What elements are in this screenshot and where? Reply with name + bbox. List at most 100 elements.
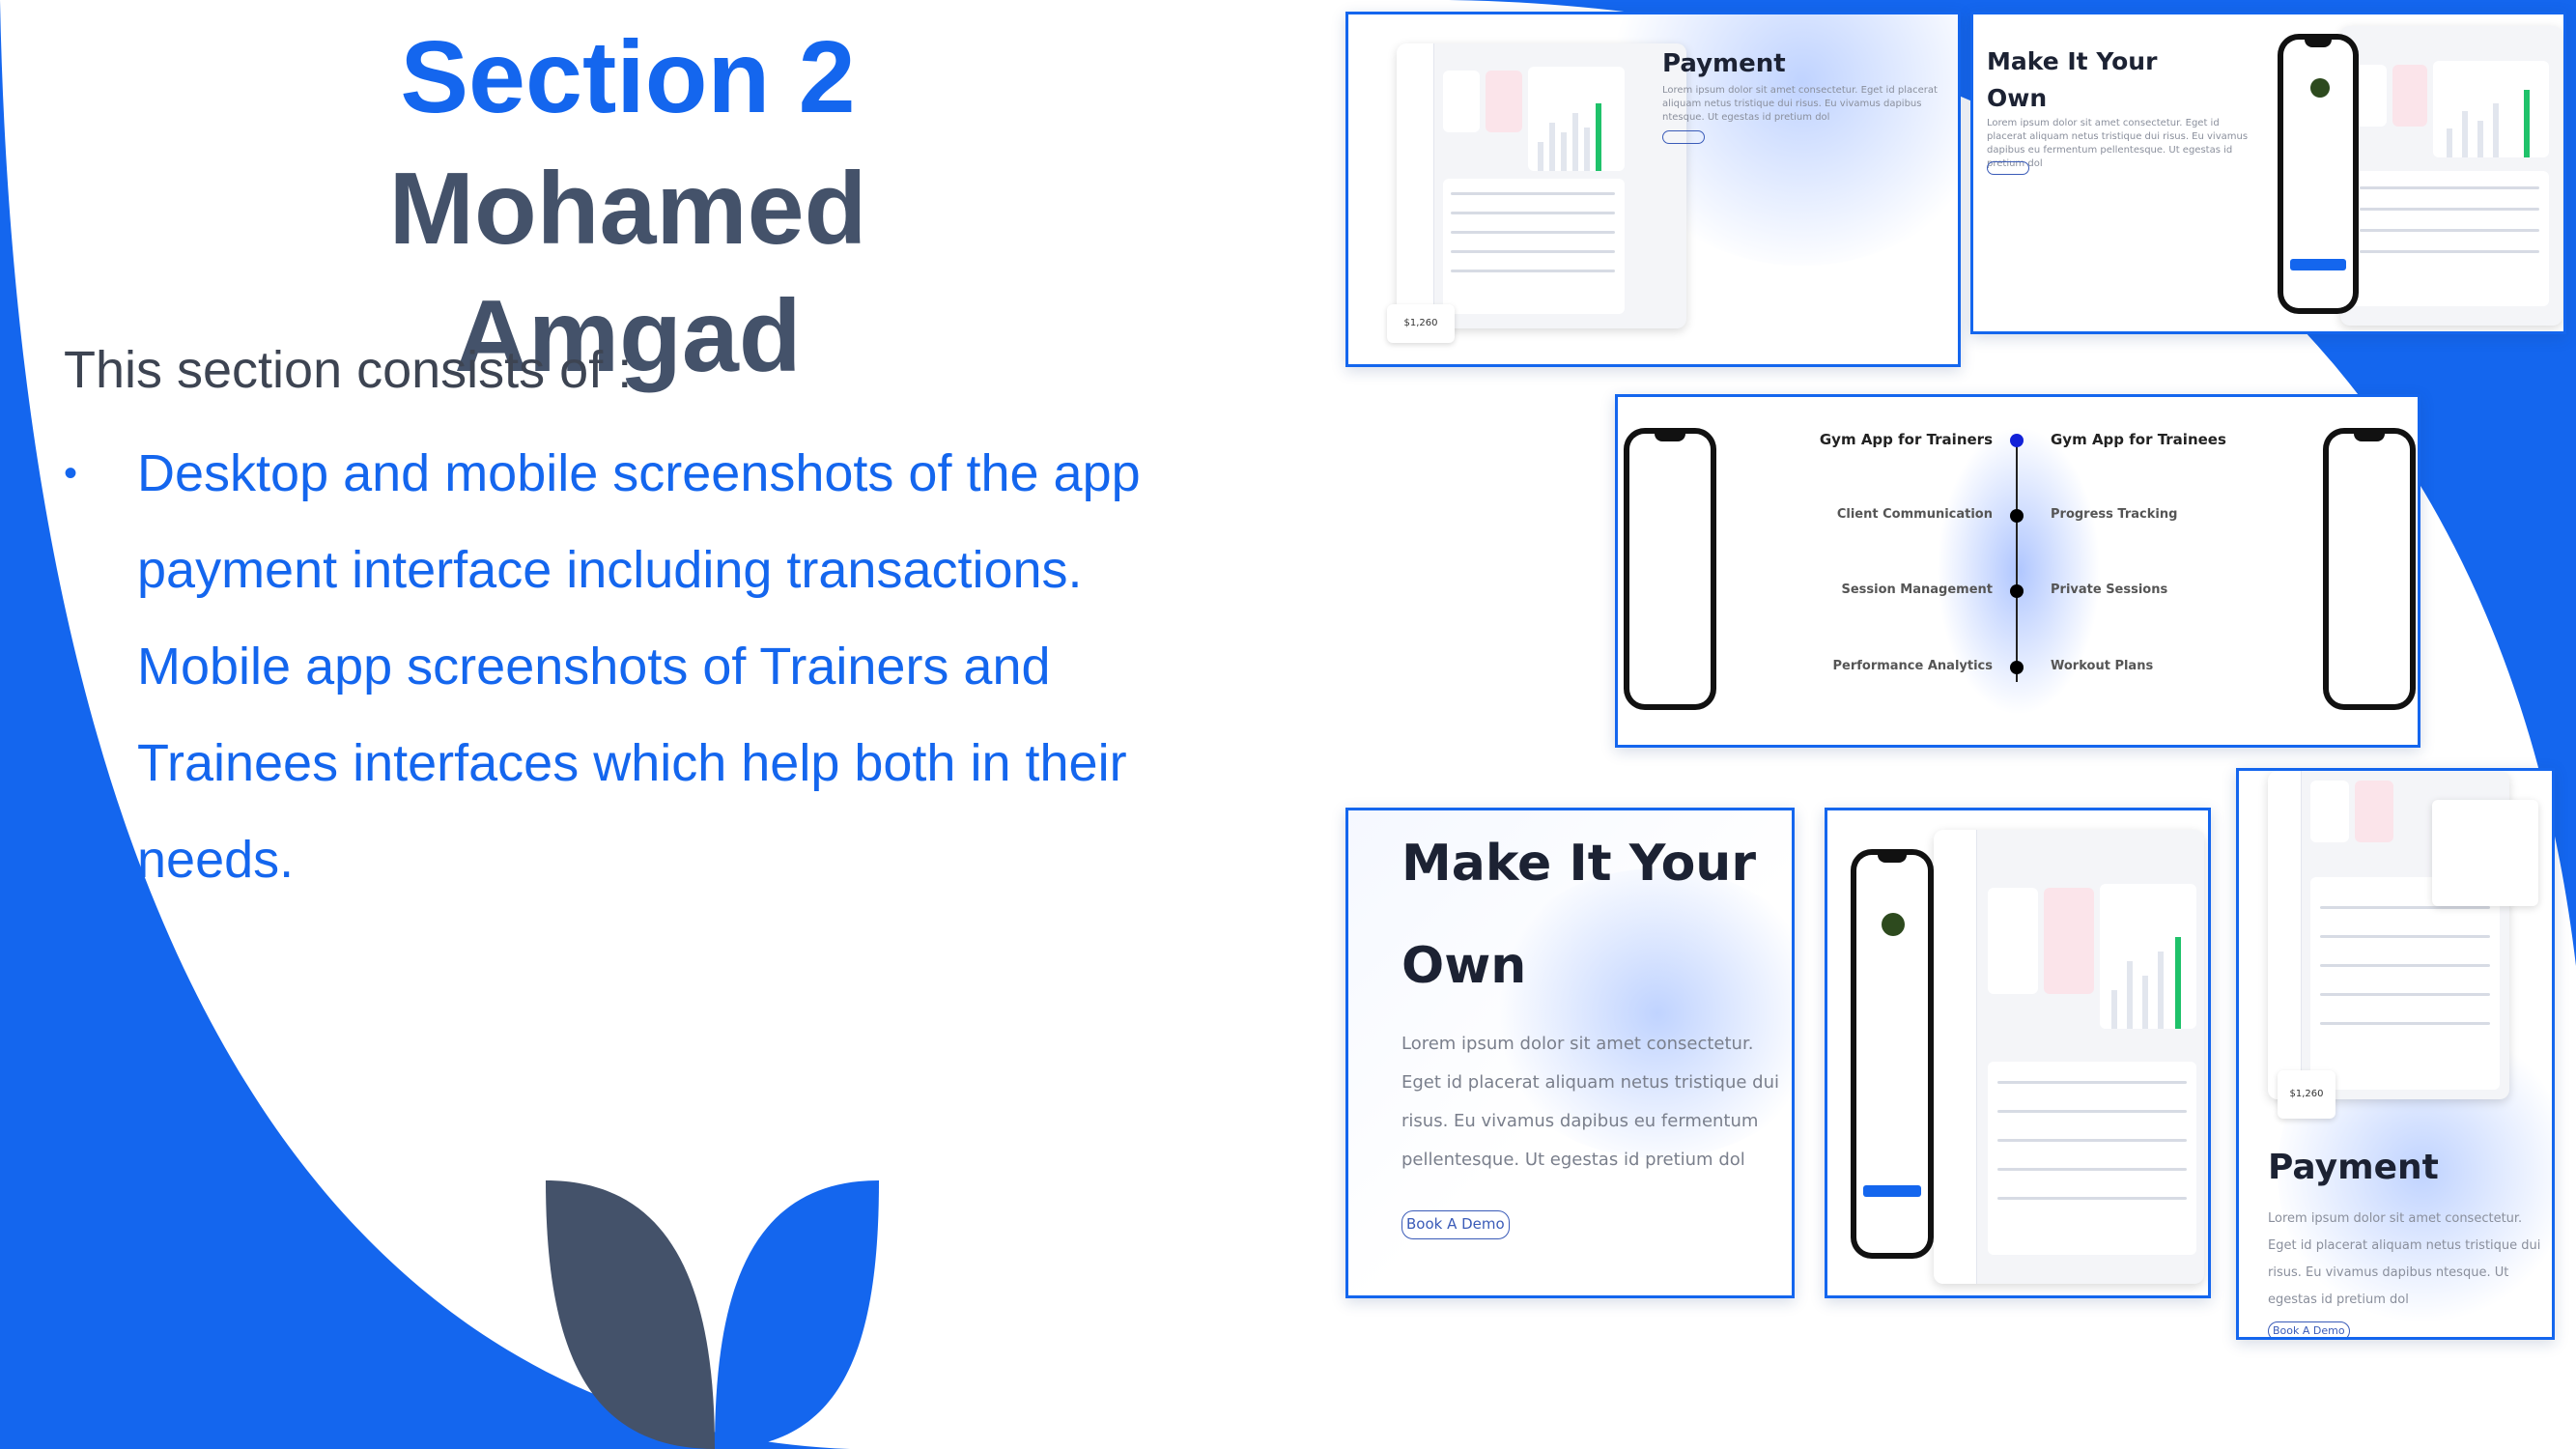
phone-notch bbox=[2353, 428, 2386, 441]
card-title-line1: Make It Your bbox=[1401, 835, 1756, 893]
row-line bbox=[1997, 1139, 2187, 1142]
expense-chart-tile bbox=[2432, 800, 2538, 906]
phone-screen bbox=[2329, 434, 2410, 704]
row-line bbox=[1451, 212, 1615, 214]
trainee-feature: Workout Plans bbox=[2051, 659, 2154, 673]
phone-screen bbox=[1856, 855, 1928, 1253]
desktop-dashboard-mock bbox=[1397, 43, 1686, 328]
chart-bar bbox=[2432, 867, 2538, 906]
book-demo-button[interactable]: Book A Demo bbox=[2268, 1321, 2350, 1337]
row-line bbox=[1451, 231, 1615, 234]
chart-bar bbox=[2432, 906, 2538, 959]
trainees-heading: Gym App for Trainees bbox=[2051, 431, 2226, 448]
bullet-icon: • bbox=[64, 645, 78, 688]
bullet-list: • Desktop and mobile screenshots of the a… bbox=[64, 425, 1223, 908]
badge-amount: $1,260 bbox=[1403, 318, 1438, 328]
trainer-feature: Session Management bbox=[1841, 582, 1993, 597]
dashboard-sidebar bbox=[1397, 43, 1434, 328]
dashboard-sidebar bbox=[2268, 771, 2302, 1099]
avatar bbox=[2310, 78, 2330, 98]
row-line bbox=[1997, 1110, 2187, 1113]
row-line bbox=[2360, 208, 2539, 211]
bullet-text: Desktop and mobile screenshots of the ap… bbox=[137, 444, 1141, 599]
row-line bbox=[1997, 1168, 2187, 1171]
chart-bar bbox=[1596, 103, 1601, 171]
payment-card-top: $1,260 Payment Lorem ipsum dolor sit ame… bbox=[1345, 12, 1961, 367]
timeline-line bbox=[2016, 440, 2018, 682]
make-own-card-bottom: Make It Your Own Lorem ipsum dolor sit a… bbox=[1345, 808, 1795, 1298]
expense-chart-tile bbox=[2433, 61, 2549, 157]
desktop-dashboard-mock bbox=[1934, 830, 2204, 1284]
chart-bar bbox=[1561, 132, 1567, 171]
bullet-item: • Desktop and mobile screenshots of the a… bbox=[64, 425, 1223, 618]
row-line bbox=[1451, 250, 1615, 253]
phone-button bbox=[2290, 259, 2346, 271]
row-line bbox=[2320, 1022, 2490, 1025]
chart-bar bbox=[2142, 976, 2148, 1029]
expense-chart-tile bbox=[2100, 884, 2196, 1029]
stat-tile bbox=[1486, 71, 1522, 132]
section-title: Section 2 bbox=[400, 20, 856, 134]
phone-notch bbox=[1878, 849, 1907, 863]
chart-bar bbox=[2127, 961, 2133, 1029]
expense-chart-tile bbox=[1528, 67, 1625, 171]
chart-bar bbox=[2158, 952, 2164, 1029]
timeline-node bbox=[2010, 661, 2024, 674]
bullet-item: • Mobile app screenshots of Trainers and … bbox=[64, 618, 1223, 908]
features-card: Gym App for Trainers Gym App for Trainee… bbox=[1615, 394, 2420, 748]
phone-mock bbox=[2278, 34, 2359, 314]
trainers-heading: Gym App for Trainers bbox=[1819, 431, 1993, 448]
amount-badge: $1,260 bbox=[2278, 1070, 2335, 1119]
stat-tile bbox=[1988, 888, 2038, 994]
book-demo-button[interactable] bbox=[1662, 130, 1705, 144]
desktop-dashboard-mock bbox=[2340, 26, 2562, 326]
bullet-text: Mobile app screenshots of Trainers and T… bbox=[137, 638, 1127, 889]
phone-screen bbox=[1629, 434, 1711, 704]
card-description: Lorem ipsum dolor sit amet consectetur. … bbox=[2268, 1211, 2541, 1307]
timeline-node bbox=[2010, 509, 2024, 523]
chart-bar bbox=[2111, 990, 2117, 1029]
row-line bbox=[2320, 993, 2490, 996]
intro-text: This section consists of : bbox=[64, 341, 633, 399]
payment-card-bottom: $1,260 Payment Lorem ipsum dolor sit ame… bbox=[2236, 768, 2555, 1340]
dashboard-phone-card bbox=[1825, 808, 2211, 1298]
chart-bar bbox=[1549, 123, 1555, 171]
chart-bar bbox=[2432, 800, 2538, 867]
badge-amount: $1,260 bbox=[2289, 1089, 2324, 1099]
make-own-card-top: Make It Your Own Lorem ipsum dolor sit a… bbox=[1970, 12, 2566, 334]
row-line bbox=[2360, 186, 2539, 189]
transactions-tile bbox=[2352, 171, 2549, 306]
card-description: Lorem ipsum dolor sit amet consectetur. … bbox=[1662, 85, 1938, 123]
row-line bbox=[2360, 229, 2539, 232]
avatar bbox=[1882, 913, 1905, 936]
dashboard-sidebar bbox=[1934, 830, 1977, 1284]
trainer-feature: Performance Analytics bbox=[1832, 659, 1993, 673]
phone-screen bbox=[2283, 40, 2353, 308]
stat-tile bbox=[1443, 71, 1480, 132]
stat-tile bbox=[2044, 888, 2094, 994]
row-line bbox=[1997, 1081, 2187, 1084]
leaf-blue-shape bbox=[715, 1180, 879, 1449]
trainer-phone-mock bbox=[1624, 428, 1716, 710]
transactions-tile bbox=[1988, 1062, 2196, 1255]
trainer-feature: Client Communication bbox=[1836, 507, 1993, 522]
bullet-icon: • bbox=[64, 452, 78, 495]
stat-tile bbox=[2355, 781, 2393, 842]
chart-bar bbox=[1584, 128, 1590, 171]
transactions-tile bbox=[1443, 179, 1625, 314]
trainee-feature: Private Sessions bbox=[2051, 582, 2168, 597]
phone-notch bbox=[1654, 428, 1686, 441]
chart-bar bbox=[1538, 142, 1543, 171]
chart-bar bbox=[2175, 937, 2181, 1029]
phone-mock bbox=[1851, 849, 1934, 1259]
chart-bar bbox=[2447, 128, 2452, 157]
chart-bar bbox=[2493, 103, 2499, 157]
trainee-phone-mock bbox=[2323, 428, 2416, 710]
trainee-feature: Progress Tracking bbox=[2051, 507, 2178, 522]
chart-bar bbox=[1572, 113, 1578, 171]
book-demo-button[interactable] bbox=[1987, 161, 2029, 175]
card-title: Make It Your Own bbox=[1987, 47, 2158, 112]
book-demo-button[interactable]: Book A Demo bbox=[1401, 1210, 1510, 1239]
card-title: Payment bbox=[2268, 1148, 2439, 1187]
phone-notch bbox=[2304, 34, 2333, 47]
